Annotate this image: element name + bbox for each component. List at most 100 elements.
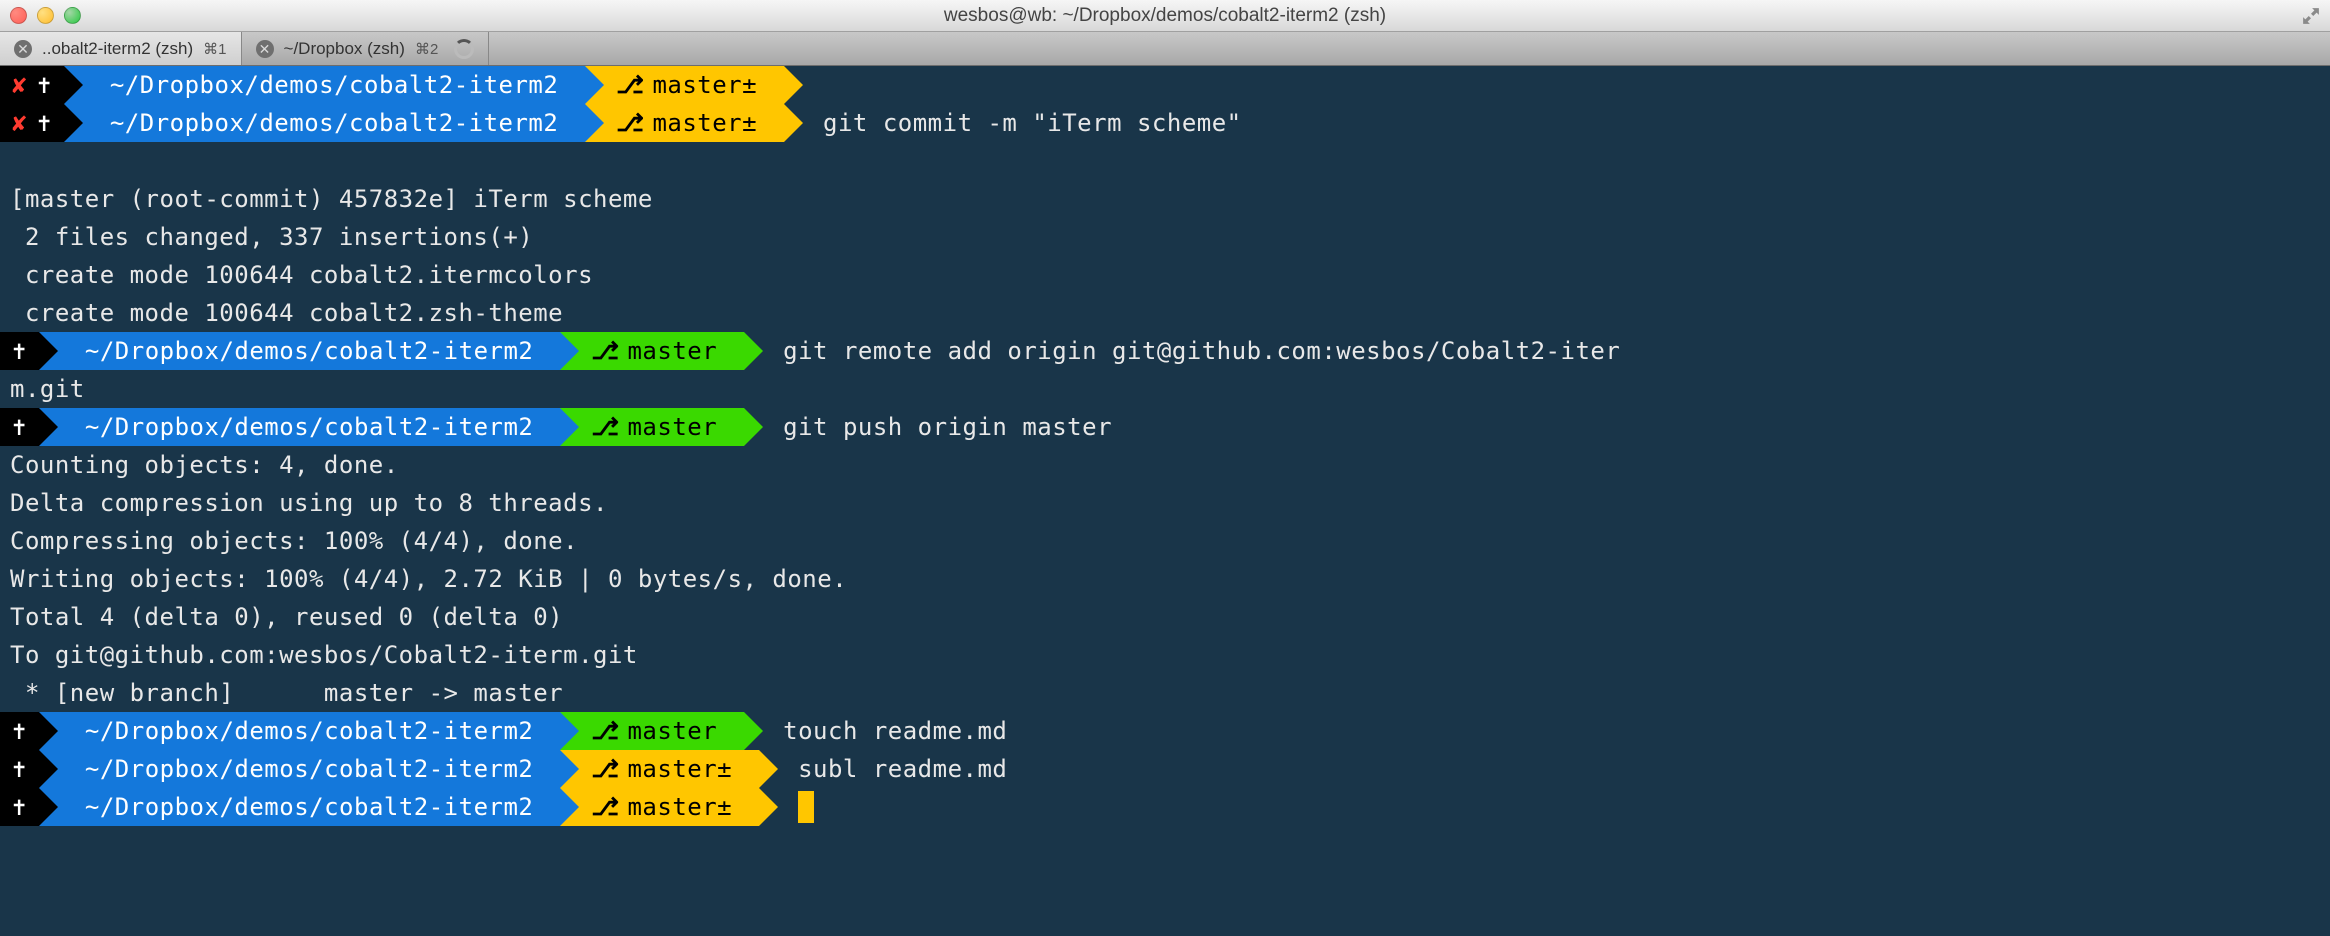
- segment-arrow-icon: [560, 408, 579, 446]
- git-branch-icon: ⎇: [591, 788, 619, 826]
- output-line: Delta compression using up to 8 threads.: [0, 484, 2330, 522]
- segment-arrow-icon: [39, 750, 58, 788]
- fail-icon: ✘: [12, 104, 27, 142]
- status-segment: ✘✝: [0, 66, 64, 104]
- status-segment: ✝: [0, 408, 39, 446]
- status-segment: ✝: [0, 712, 39, 750]
- close-tab-icon[interactable]: ✕: [256, 40, 274, 58]
- segment-arrow-icon: [759, 788, 778, 826]
- git-branch-segment: ⎇master: [579, 332, 744, 370]
- terminal-output[interactable]: ✘✝ ~/Dropbox/demos/cobalt2-iterm2 ⎇maste…: [0, 66, 2330, 826]
- segment-arrow-icon: [784, 66, 803, 104]
- cross-icon: ✝: [37, 66, 52, 104]
- path-segment: ~/Dropbox/demos/cobalt2-iterm2: [83, 104, 585, 142]
- command-text: git push origin master: [763, 408, 1112, 446]
- segment-arrow-icon: [585, 66, 604, 104]
- command-text: [803, 66, 823, 104]
- output-line: Counting objects: 4, done.: [0, 446, 2330, 484]
- window-titlebar: wesbos@wb: ~/Dropbox/demos/cobalt2-iterm…: [0, 0, 2330, 32]
- segment-arrow-icon: [744, 408, 763, 446]
- segment-arrow-icon: [560, 332, 579, 370]
- fail-icon: ✘: [12, 66, 27, 104]
- prompt-line: ✝ ~/Dropbox/demos/cobalt2-iterm2 ⎇master…: [0, 712, 2330, 750]
- prompt-line: ✘✝ ~/Dropbox/demos/cobalt2-iterm2 ⎇maste…: [0, 66, 2330, 104]
- cross-icon: ✝: [37, 104, 52, 142]
- path-segment: ~/Dropbox/demos/cobalt2-iterm2: [58, 712, 560, 750]
- path-segment: ~/Dropbox/demos/cobalt2-iterm2: [83, 66, 585, 104]
- cross-icon: ✝: [12, 408, 27, 446]
- prompt-line: ✝ ~/Dropbox/demos/cobalt2-iterm2 ⎇master…: [0, 332, 2330, 370]
- path-segment: ~/Dropbox/demos/cobalt2-iterm2: [58, 332, 560, 370]
- output-line: [0, 142, 2330, 180]
- git-branch-icon: ⎇: [591, 408, 619, 446]
- git-branch-icon: ⎇: [616, 104, 644, 142]
- output-line: m.git: [0, 370, 2330, 408]
- tab-label: ~/Dropbox (zsh): [284, 39, 405, 59]
- segment-arrow-icon: [39, 408, 58, 446]
- output-line: Total 4 (delta 0), reused 0 (delta 0): [0, 598, 2330, 636]
- segment-arrow-icon: [39, 712, 58, 750]
- path-segment: ~/Dropbox/demos/cobalt2-iterm2: [58, 788, 560, 826]
- git-branch-segment: ⎇master: [579, 408, 744, 446]
- git-branch-icon: ⎇: [616, 66, 644, 104]
- tab-shortcut: ⌘2: [415, 40, 438, 58]
- tab-bar: ✕ ..obalt2-iterm2 (zsh) ⌘1 ✕ ~/Dropbox (…: [0, 32, 2330, 66]
- zoom-window-button[interactable]: [64, 7, 81, 24]
- segment-arrow-icon: [64, 104, 83, 142]
- output-line: create mode 100644 cobalt2.itermcolors: [0, 256, 2330, 294]
- segment-arrow-icon: [560, 750, 579, 788]
- prompt-line: ✝ ~/Dropbox/demos/cobalt2-iterm2 ⎇master…: [0, 788, 2330, 826]
- segment-arrow-icon: [744, 712, 763, 750]
- cursor: [798, 791, 814, 823]
- git-branch-segment: ⎇master±: [579, 750, 759, 788]
- close-window-button[interactable]: [10, 7, 27, 24]
- segment-arrow-icon: [585, 104, 604, 142]
- cross-icon: ✝: [12, 788, 27, 826]
- segment-arrow-icon: [784, 104, 803, 142]
- close-tab-icon[interactable]: ✕: [14, 40, 32, 58]
- tab-label: ..obalt2-iterm2 (zsh): [42, 39, 193, 59]
- minimize-window-button[interactable]: [37, 7, 54, 24]
- fullscreen-icon[interactable]: [2302, 7, 2320, 25]
- output-line: * [new branch] master -> master: [0, 674, 2330, 712]
- output-line: create mode 100644 cobalt2.zsh-theme: [0, 294, 2330, 332]
- git-branch-icon: ⎇: [591, 712, 619, 750]
- status-segment: ✝: [0, 788, 39, 826]
- status-segment: ✘✝: [0, 104, 64, 142]
- path-segment: ~/Dropbox/demos/cobalt2-iterm2: [58, 750, 560, 788]
- segment-arrow-icon: [560, 788, 579, 826]
- cross-icon: ✝: [12, 712, 27, 750]
- output-line: [master (root-commit) 457832e] iTerm sch…: [0, 180, 2330, 218]
- prompt-line: ✝ ~/Dropbox/demos/cobalt2-iterm2 ⎇master…: [0, 750, 2330, 788]
- command-text: git remote add origin git@github.com:wes…: [763, 332, 1620, 370]
- segment-arrow-icon: [759, 750, 778, 788]
- git-branch-segment: ⎇master: [579, 712, 744, 750]
- prompt-line: ✘✝ ~/Dropbox/demos/cobalt2-iterm2 ⎇maste…: [0, 104, 2330, 142]
- segment-arrow-icon: [39, 332, 58, 370]
- segment-arrow-icon: [39, 788, 58, 826]
- segment-arrow-icon: [744, 332, 763, 370]
- traffic-lights: [10, 7, 81, 24]
- tab-shortcut: ⌘1: [203, 40, 226, 58]
- path-segment: ~/Dropbox/demos/cobalt2-iterm2: [58, 408, 560, 446]
- window-title: wesbos@wb: ~/Dropbox/demos/cobalt2-iterm…: [0, 5, 2330, 27]
- command-text: touch readme.md: [763, 712, 1007, 750]
- cross-icon: ✝: [12, 332, 27, 370]
- cross-icon: ✝: [12, 750, 27, 788]
- command-text: git commit -m "iTerm scheme": [803, 104, 1242, 142]
- output-line: Writing objects: 100% (4/4), 2.72 KiB | …: [0, 560, 2330, 598]
- tab-2[interactable]: ✕ ~/Dropbox (zsh) ⌘2: [242, 32, 490, 65]
- output-line: Compressing objects: 100% (4/4), done.: [0, 522, 2330, 560]
- loading-spinner-icon: [454, 39, 474, 59]
- segment-arrow-icon: [64, 66, 83, 104]
- output-line: To git@github.com:wesbos/Cobalt2-iterm.g…: [0, 636, 2330, 674]
- git-branch-segment: ⎇master±: [604, 104, 784, 142]
- status-segment: ✝: [0, 750, 39, 788]
- command-text: subl readme.md: [778, 750, 1007, 788]
- tab-1[interactable]: ✕ ..obalt2-iterm2 (zsh) ⌘1: [0, 32, 242, 65]
- git-branch-icon: ⎇: [591, 750, 619, 788]
- prompt-line: ✝ ~/Dropbox/demos/cobalt2-iterm2 ⎇master…: [0, 408, 2330, 446]
- command-text: [778, 788, 814, 826]
- git-branch-segment: ⎇master±: [604, 66, 784, 104]
- git-branch-icon: ⎇: [591, 332, 619, 370]
